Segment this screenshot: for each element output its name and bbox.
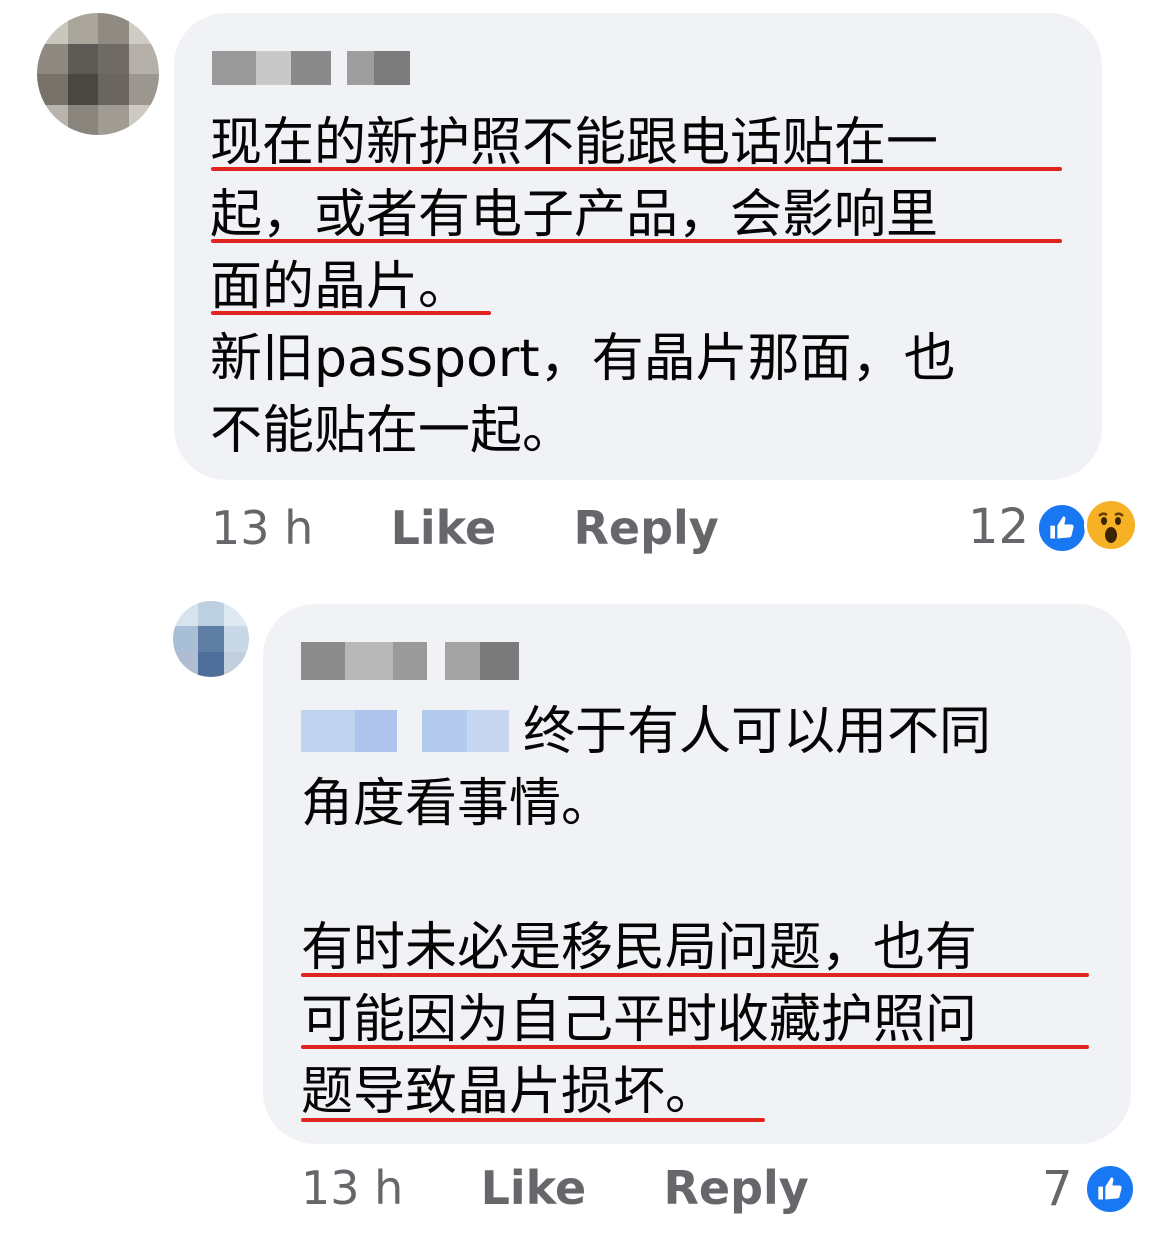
red-underline: [301, 1045, 1089, 1049]
reply-button[interactable]: Reply: [573, 501, 718, 555]
like-icon[interactable]: [1084, 1163, 1136, 1215]
reply-avatar[interactable]: [173, 601, 249, 677]
reply-text-paragraph-1: 终于有人可以用不同 角度看事情。: [301, 702, 992, 834]
commenter-name-blurred[interactable]: [212, 51, 410, 85]
reply-timestamp[interactable]: 13 h: [301, 1161, 403, 1215]
red-underline: [211, 167, 1062, 171]
reply-button[interactable]: Reply: [663, 1161, 808, 1215]
comment-timestamp[interactable]: 13 h: [211, 501, 313, 555]
reply-text-paragraph-2: 有时未必是移民局问题，也有 可能因为自己平时收藏护照问 题导致晶片损坏。: [301, 918, 978, 1122]
reply-author-name-blurred[interactable]: [301, 642, 519, 680]
comment-bubble: 现在的新护照不能跟电话贴在一 起，或者有电子产品，会影响里 面的晶片。 新旧pa…: [174, 13, 1102, 480]
reply-actions: 13 h Like Reply: [301, 1161, 809, 1215]
like-button[interactable]: Like: [481, 1161, 587, 1215]
comment-actions: 13 h Like Reply: [211, 501, 719, 555]
reaction-count[interactable]: 12: [968, 499, 1029, 555]
red-underline: [211, 239, 1062, 243]
like-button[interactable]: Like: [391, 501, 497, 555]
red-underline: [301, 1118, 765, 1122]
comment-text: 现在的新护照不能跟电话贴在一 起，或者有电子产品，会影响里 面的晶片。 新旧pa…: [210, 113, 956, 461]
reaction-count[interactable]: 7: [1042, 1161, 1073, 1217]
commenter-avatar[interactable]: [37, 13, 159, 135]
red-underline: [301, 973, 1089, 977]
reply-bubble: 终于有人可以用不同 角度看事情。 有时未必是移民局问题，也有 可能因为自己平时收…: [263, 604, 1131, 1144]
like-icon[interactable]: [1036, 502, 1088, 554]
red-underline: [211, 311, 491, 315]
wow-icon[interactable]: [1084, 498, 1138, 552]
